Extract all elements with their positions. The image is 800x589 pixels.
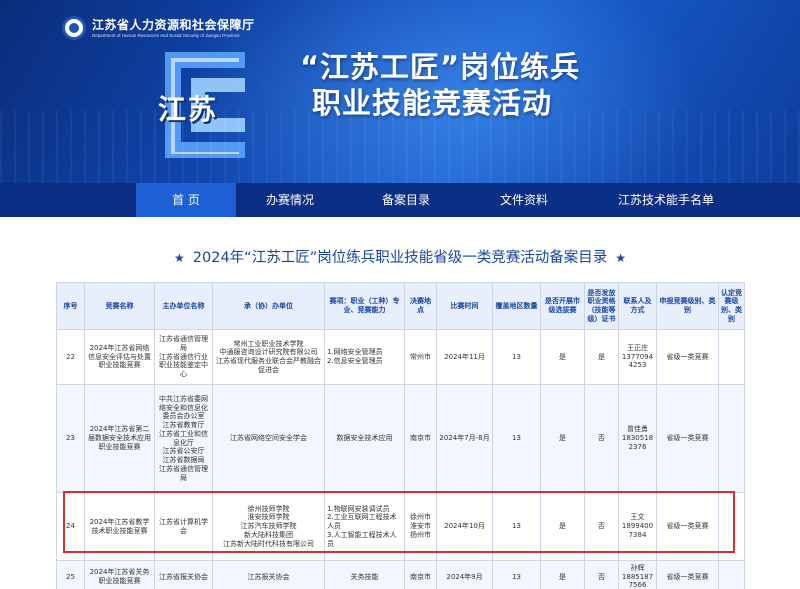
cell-city-select: 是 (540, 329, 585, 385)
cell-no: 24 (56, 492, 85, 561)
cell-name: 2024年江苏省关务职业技能竞赛 (84, 560, 155, 589)
cell-city-select: 是 (540, 492, 585, 561)
cell-city-select: 是 (540, 384, 585, 493)
col-header: 联系人及方式 (618, 282, 657, 330)
cell-items: 1.物联网安装调试员 2.工业互联网工程技术人员 3.人工智能工程技术人员 (324, 492, 405, 561)
col-header: 主办单位名称 (154, 282, 213, 330)
col-header: 申报竞赛级别、类别 (656, 282, 719, 330)
col-header: 认定竞赛级别、类别 (718, 282, 745, 330)
cell-host: 江苏省计算机学会 (154, 492, 213, 561)
cell-contact: 曾佳勇 18305182376 (618, 384, 657, 493)
col-header: 赛项：职业（工种）专业、竞赛能力 (324, 282, 405, 330)
page-title-text: 2024年“江苏工匠”岗位练兵职业技能省级一类竞赛活动备案目录 (192, 250, 608, 266)
table-row: 25 2024年江苏省关务职业技能竞赛 江苏省报关协会 江苏报关协会 关务技能 … (56, 560, 745, 589)
cell-confirm (718, 384, 745, 493)
col-header: 是否开展市级选拔赛 (540, 282, 585, 330)
cell-place: 南京市 (404, 384, 437, 493)
cell-name: 2024年江苏省网络信息安全评估与处置职业技能竞赛 (84, 329, 155, 385)
cell-host: 中共江苏省委网络安全和信息化委员会办公室 江苏省教育厅 江苏省工业和信息化厅 江… (154, 384, 213, 493)
table-row: 23 2024年江苏省第二届数据安全技术应用职业技能竞赛 中共江苏省委网络安全和… (56, 384, 745, 493)
cell-contact: 王正庄 13770944253 (618, 329, 657, 385)
cell-cert: 否 (584, 560, 619, 589)
main-nav: 首 页 办赛情况 备案目录 文件资料 江苏技术能手名单 (0, 183, 800, 217)
emblem-label: 江苏 (158, 93, 219, 126)
cell-time: 2024年11月 (436, 329, 493, 385)
cell-place: 常州市 (404, 329, 437, 385)
table-row: 22 2024年江苏省网络信息安全评估与处置职业技能竞赛 江苏省通信管理局 江苏… (56, 329, 745, 385)
banner-title-line2: 职业技能竞赛活动 (312, 86, 553, 120)
cell-confirm (718, 560, 745, 589)
col-header: 覆盖地区数量 (492, 282, 541, 330)
nav-item-home[interactable]: 首 页 (136, 183, 236, 217)
cell-organizer: 江苏报关协会 (212, 560, 325, 589)
cell-count: 13 (492, 560, 541, 589)
cell-no: 25 (56, 560, 85, 589)
cell-items: 1.网络安全管理员 2.信息安全管理员 (324, 329, 405, 385)
cell-count: 13 (492, 384, 541, 493)
cell-cert: 否 (584, 492, 619, 561)
nav-item-catalog[interactable]: 备案目录 (356, 183, 456, 217)
cell-no: 22 (56, 329, 85, 385)
nav-item-skill-experts[interactable]: 江苏技术能手名单 (596, 183, 736, 217)
catalog-table: 序号 竞赛名称 主办单位名称 承（协）办单位 赛项：职业（工种）专业、竞赛能力 … (56, 282, 745, 589)
cell-confirm (718, 492, 745, 561)
cell-organizer: 江苏省网络空间安全学会 (212, 384, 325, 493)
header-banner: 江苏省人力资源和社会保障厅 Department of Human Resour… (0, 0, 800, 183)
cell-city-select: 是 (540, 560, 585, 589)
nav-item-documents[interactable]: 文件资料 (474, 183, 574, 217)
cell-declare: 省级一类竞赛 (656, 384, 719, 493)
cell-count: 13 (492, 329, 541, 385)
cell-count: 13 (492, 492, 541, 561)
col-header: 是否发放职业资格（技能等级）证书 (584, 282, 619, 330)
cell-time: 2024年9月 (436, 560, 493, 589)
cell-contact: 王文 18994007384 (618, 492, 657, 561)
cell-time: 2024年7月-8月 (436, 384, 493, 493)
cell-no: 23 (56, 384, 85, 493)
cell-declare: 省级一类竞赛 (656, 329, 719, 385)
col-header: 序号 (56, 282, 85, 330)
col-header: 承（协）办单位 (212, 282, 325, 330)
cell-name: 2024年江苏省第二届数据安全技术应用职业技能竞赛 (84, 384, 155, 493)
cell-name: 2024年江苏省教学技术职业技能竞赛 (84, 492, 155, 561)
ministry-logo-icon[interactable] (62, 16, 86, 40)
star-icon: ★ (174, 251, 185, 265)
col-header: 决赛地点 (404, 282, 437, 330)
cell-declare: 省级一类竞赛 (656, 492, 719, 561)
col-header: 竞赛名称 (84, 282, 155, 330)
cell-place: 徐州市 淮安市 扬州市 (404, 492, 437, 561)
cell-host: 江苏省通信管理局 江苏省通信行业职业技能鉴定中心 (154, 329, 213, 385)
cell-organizer: 常州工业职业技术学院 中通服咨询设计研究院有限公司 江苏省现代服务业联合会严教融… (212, 329, 325, 385)
nav-item-events[interactable]: 办赛情况 (240, 183, 340, 217)
col-header: 比赛时间 (436, 282, 493, 330)
cell-host: 江苏省报关协会 (154, 560, 213, 589)
cell-time: 2024年10月 (436, 492, 493, 561)
cell-items: 数据安全技术应用 (324, 384, 405, 493)
table-row: 24 2024年江苏省教学技术职业技能竞赛 江苏省计算机学会 徐州技师学院 淮安… (56, 492, 745, 561)
cell-confirm (718, 329, 745, 385)
table-header-row: 序号 竞赛名称 主办单位名称 承（协）办单位 赛项：职业（工种）专业、竞赛能力 … (56, 282, 745, 330)
page-title: ★ 2024年“江苏工匠”岗位练兵职业技能省级一类竞赛活动备案目录 ★ (0, 246, 800, 267)
cell-items: 关务技能 (324, 560, 405, 589)
cell-cert: 是 (584, 329, 619, 385)
cell-declare: 省级一类竞赛 (656, 560, 719, 589)
cell-cert: 否 (584, 384, 619, 493)
org-name[interactable]: 江苏省人力资源和社会保障厅 (92, 16, 255, 33)
star-icon: ★ (615, 251, 626, 265)
cell-place: 南京市 (404, 560, 437, 589)
cell-contact: 孙辉 18851877566 (618, 560, 657, 589)
cell-organizer: 徐州技师学院 淮安技师学院 江苏汽车技师学院 新大陆科技集团 江苏新大陆时代科技… (212, 492, 325, 561)
